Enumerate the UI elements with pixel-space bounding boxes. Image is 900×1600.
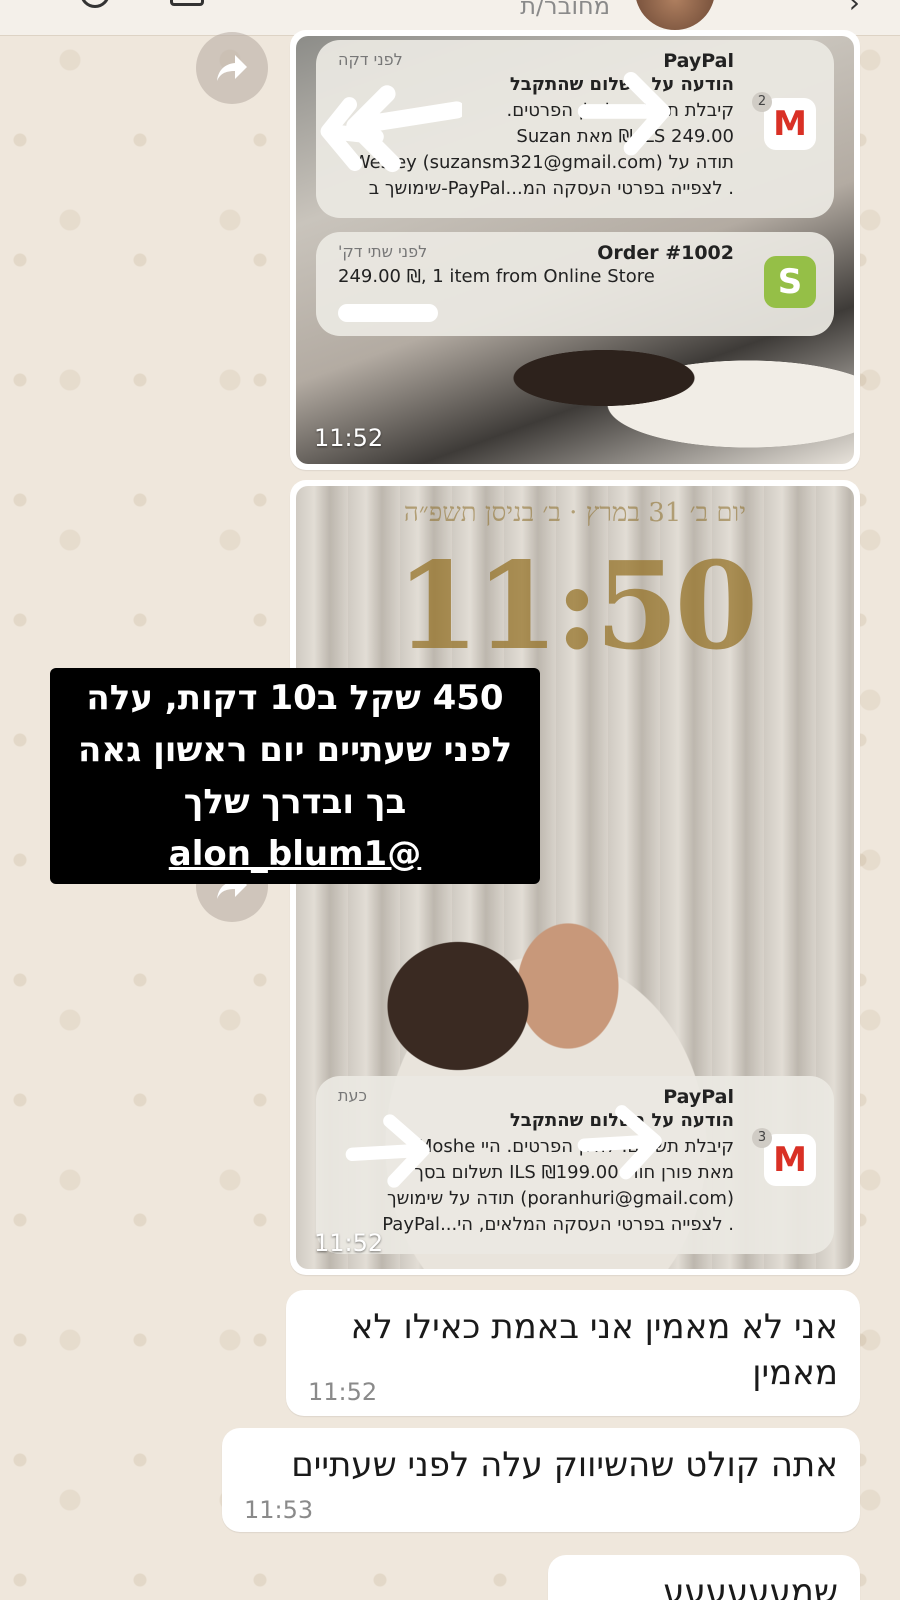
- notification-line: מאת פורן חורי ₪199.00 ILS תשלום בסך: [414, 1162, 734, 1183]
- text-message[interactable]: שמעעעעעע: [548, 1555, 860, 1600]
- notification-count-badge: 3: [752, 1128, 772, 1148]
- media-message[interactable]: M 2 לפני דקה PayPal הודעה על תשלום שהתקב…: [290, 30, 860, 470]
- notification-app-name: PayPal: [663, 1086, 734, 1108]
- gmail-icon: M: [764, 1134, 816, 1186]
- lock-screen-clock: 11:50: [395, 536, 758, 677]
- story-text-line: 450 שקל ב10 דקות, עלה: [86, 678, 504, 718]
- message-time: 11:53: [244, 1496, 314, 1524]
- text-message[interactable]: אני לא מאמין אני באמת כאילו לא מאמין 11:…: [286, 1290, 860, 1416]
- message-text: שמעעעעעע: [663, 1572, 838, 1600]
- story-text-line: בך ובדרך שלך: [183, 782, 407, 822]
- notification-line: . לצפייה בפרטי העסקה המלאים, הי...PayPal: [382, 1214, 734, 1235]
- contact-avatar[interactable]: [635, 0, 715, 30]
- notification-count-badge: 2: [752, 92, 772, 112]
- message-time: 11:52: [314, 424, 384, 452]
- message-time: 11:52: [308, 1378, 378, 1406]
- text-message[interactable]: אתה קולט שהשיווק עלה לפני שעתיים 11:53: [222, 1428, 860, 1532]
- forward-button[interactable]: [196, 32, 268, 104]
- notification-time: לפני שתי דק': [338, 242, 428, 261]
- video-call-icon[interactable]: [170, 0, 204, 6]
- notification-time: כעת: [338, 1086, 367, 1105]
- notification-line: קיבלת תשלום. להלן הפרטים. היי Moshe: [416, 1136, 734, 1157]
- shopify-icon: S: [764, 256, 816, 308]
- message-text: אתה קולט שהשיווק עלה לפני שעתיים: [291, 1445, 838, 1485]
- notification-line: קיבלת תשלום. להלן הפרטים.: [506, 100, 734, 121]
- notification-line: (poranhuri@gmail.com) תודה על שימושך: [386, 1188, 734, 1209]
- menu-chevron-icon[interactable]: ›: [849, 0, 860, 19]
- story-text-overlay: 450 שקל ב10 דקות, עלה לפני שעתיים יום רא…: [50, 668, 540, 884]
- notification-time: לפני דקה: [338, 50, 403, 69]
- notification-line: 249.00 ₪, 1 item from Online Store: [338, 266, 655, 287]
- story-handle: alon_blum1@: [168, 834, 422, 874]
- gmail-icon: M: [764, 98, 816, 150]
- back-icon[interactable]: [80, 0, 110, 8]
- photo-people: [496, 326, 854, 456]
- lock-screen-date: יום ב׳ 31 במרץ · ב׳ בניסן תשפ״ה: [403, 498, 747, 528]
- story-text-line: לפני שעתיים יום ראשון גאה: [77, 730, 513, 770]
- redaction-scribble: [338, 304, 438, 322]
- notification-paypal: M 2 לפני דקה PayPal הודעה על תשלום שהתקב…: [316, 40, 834, 218]
- notification-shopify: S לפני שתי דק' Order #1002 249.00 ₪, 1 i…: [316, 232, 834, 336]
- screenshot-image[interactable]: M 2 לפני דקה PayPal הודעה על תשלום שהתקב…: [296, 36, 854, 464]
- notification-subject: הודעה על תשלום שהתקבל: [509, 1110, 734, 1131]
- notification-line: 249.00 ILS ₪ מאת Suzan: [516, 126, 734, 147]
- notification-line: תודה על (suzansm321@gmail.com) Wesley: [352, 152, 734, 173]
- message-time: 11:52: [314, 1229, 384, 1257]
- forward-arrow-icon: [217, 55, 247, 81]
- notification-line: . לצפייה בפרטי העסקה המ...PayPal-שימושך …: [368, 178, 734, 199]
- contact-status: מחובר/ת: [520, 0, 610, 20]
- message-text: אני לא מאמין אני באמת כאילו לא מאמין: [350, 1307, 838, 1393]
- notification-paypal: M 3 כעת PayPal הודעה על תשלום שהתקבל קיב…: [316, 1076, 834, 1254]
- notification-subject: הודעה על תשלום שהתקבל: [509, 74, 734, 95]
